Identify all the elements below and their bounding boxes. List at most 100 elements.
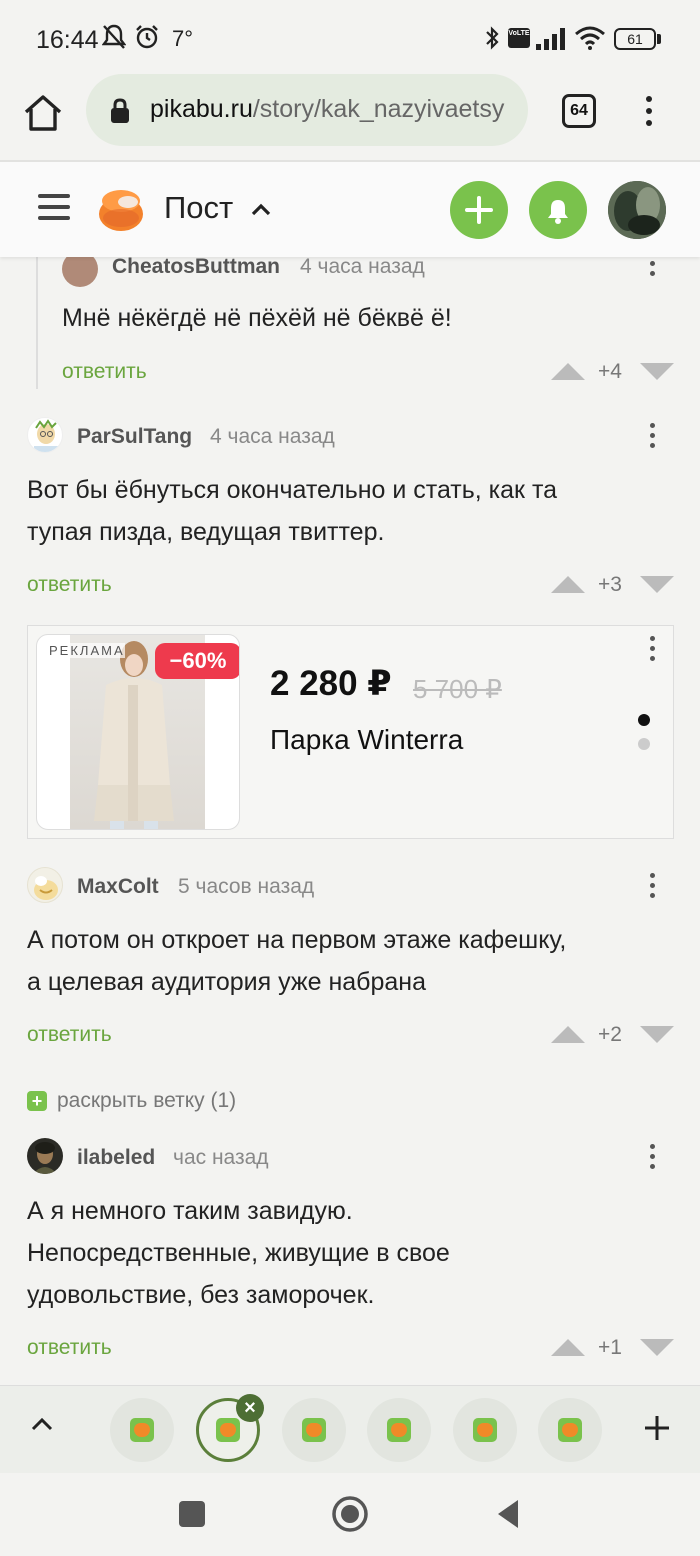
comment-author[interactable]: ParSulTang (77, 425, 192, 449)
avatar-image (34, 419, 58, 452)
carousel-dot-active[interactable] (638, 714, 650, 726)
volte-badge: VoLTE (508, 28, 530, 48)
comment-menu-icon[interactable] (650, 1144, 655, 1174)
comment-menu-icon[interactable] (650, 261, 655, 281)
comment-text-line: тупая пизда, ведущая твиттер. (27, 518, 385, 546)
comment-avatar[interactable] (27, 417, 63, 453)
chevron-up-icon[interactable] (30, 1416, 54, 1432)
new-tab-plus-icon[interactable] (643, 1414, 671, 1442)
upvote-icon[interactable] (551, 1339, 585, 1356)
hamburger-menu-icon[interactable] (38, 194, 70, 227)
notifications-off-icon (102, 24, 126, 49)
downvote-icon[interactable] (640, 1026, 674, 1043)
wifi-icon (575, 26, 605, 50)
battery-tip (657, 34, 661, 44)
expand-plus-icon: + (27, 1091, 47, 1111)
url-text: pikabu.ru/story/kak_nazyivaetsy (150, 95, 504, 124)
browser-toolbar: pikabu.ru/story/kak_nazyivaetsy 64 (0, 72, 700, 162)
comment-text-line: А потом он откроет на первом этаже кафеш… (27, 926, 567, 954)
ad-banner[interactable]: РЕКЛАМА −60% 2 280 ₽ 5 700 ₽ Парка Winte… (27, 625, 674, 839)
reply-link[interactable]: ответить (27, 1336, 112, 1360)
site-header: Пост (0, 162, 700, 257)
notifications-button[interactable] (529, 181, 587, 239)
back-button[interactable] (494, 1497, 522, 1531)
recents-button[interactable] (179, 1501, 205, 1527)
ad-label: РЕКЛАМА (49, 643, 125, 658)
comment-avatar[interactable] (27, 1138, 63, 1174)
pikabu-favicon (302, 1418, 326, 1442)
pikabu-favicon (473, 1418, 497, 1442)
downvote-icon[interactable] (640, 363, 674, 380)
pikabu-favicon (130, 1418, 154, 1442)
comment-avatar[interactable] (62, 257, 98, 287)
upvote-icon[interactable] (551, 363, 585, 380)
ad-product-name[interactable]: Парка Winterra (270, 724, 463, 756)
tab-thumbnail[interactable] (110, 1398, 174, 1462)
reply-link[interactable]: ответить (27, 573, 112, 597)
rating-value: +1 (598, 1336, 622, 1359)
comment-avatar[interactable] (27, 867, 63, 903)
avatar-image (608, 181, 666, 239)
system-navigation-bar (0, 1473, 700, 1556)
comment-author[interactable]: ilabeled (77, 1146, 155, 1170)
upvote-icon[interactable] (551, 576, 585, 593)
pikabu-favicon (216, 1418, 240, 1442)
ad-menu-icon[interactable] (650, 636, 655, 666)
comment-time[interactable]: 4 часа назад (300, 257, 425, 279)
carousel-dot[interactable] (638, 738, 650, 750)
rating-value: +3 (598, 573, 622, 596)
comment-time[interactable]: 5 часов назад (178, 875, 314, 899)
bell-icon (548, 200, 568, 224)
add-post-button[interactable] (450, 181, 508, 239)
home-icon[interactable] (22, 92, 64, 134)
status-bar: 16:44 7° VoLTE 61 (0, 0, 700, 72)
comment-menu-icon[interactable] (650, 873, 655, 903)
ad-image[interactable]: РЕКЛАМА −60% (36, 634, 240, 830)
tab-switcher-button[interactable]: 64 (562, 94, 596, 128)
tab-thumbnail[interactable] (538, 1398, 602, 1462)
ad-old-price: 5 700 ₽ (413, 674, 502, 704)
pikabu-favicon (558, 1418, 582, 1442)
comment-time[interactable]: час назад (173, 1146, 269, 1170)
comment-text: Вот бы ёбнуться окончательно и стать, ка… (27, 469, 557, 553)
comment-text-line: Вот бы ёбнуться окончательно и стать, ка… (27, 476, 558, 504)
tab-thumbnail[interactable] (367, 1398, 431, 1462)
browser-menu-icon[interactable] (646, 96, 652, 132)
lock-icon (111, 98, 129, 123)
home-button[interactable] (331, 1495, 369, 1533)
status-time: 16:44 (36, 26, 99, 54)
comment-text: А я немного таким завидую. Непосредствен… (27, 1190, 450, 1316)
url-host: pikabu.ru (150, 95, 253, 123)
comment-text: А потом он откроет на первом этаже кафеш… (27, 919, 566, 1003)
comments-feed: CheatosButtman 4 часа назад Мнё нёкёгдё … (0, 257, 700, 1385)
comment-text-line: А я немного таким завидую. (27, 1197, 353, 1225)
tab-thumbnail[interactable] (282, 1398, 346, 1462)
status-temperature: 7° (172, 26, 194, 51)
browser-tab-strip: × (0, 1385, 700, 1473)
comment-time[interactable]: 4 часа назад (210, 425, 335, 449)
comment-author[interactable]: MaxColt (77, 875, 159, 899)
comment-menu-icon[interactable] (650, 423, 655, 453)
battery-indicator: 61 (614, 28, 656, 50)
reply-link[interactable]: ответить (27, 1023, 112, 1047)
tab-thumbnail[interactable] (453, 1398, 517, 1462)
address-bar[interactable]: pikabu.ru/story/kak_nazyivaetsy (86, 74, 528, 146)
reply-link[interactable]: ответить (62, 360, 147, 384)
comment-text: Мнё нёкёгдё нё пёхёй нё бёквё ё! (62, 304, 452, 332)
pikabu-logo[interactable] (96, 184, 146, 234)
downvote-icon[interactable] (640, 576, 674, 593)
downvote-icon[interactable] (640, 1339, 674, 1356)
discount-badge: −60% (155, 643, 239, 679)
rating-value: +4 (598, 360, 622, 383)
upvote-icon[interactable] (551, 1026, 585, 1043)
close-tab-icon[interactable]: × (236, 1394, 264, 1422)
chevron-up-icon[interactable] (250, 202, 272, 216)
rating-value: +2 (598, 1023, 622, 1046)
signal-icon (536, 28, 565, 50)
page-title[interactable]: Пост (164, 190, 233, 226)
avatar-image (33, 1142, 57, 1174)
url-path: /story/kak_nazyivaetsy (252, 95, 505, 123)
comment-author[interactable]: CheatosButtman (112, 257, 280, 279)
user-avatar[interactable] (608, 181, 666, 239)
comment-text-line: а целевая аудитория уже набрана (27, 968, 427, 996)
